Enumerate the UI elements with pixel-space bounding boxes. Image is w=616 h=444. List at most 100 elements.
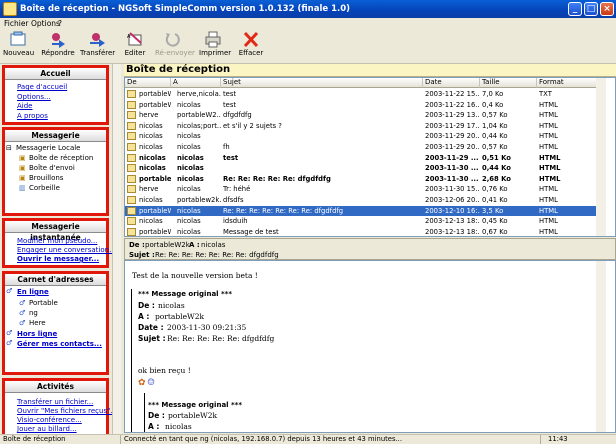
menu-help[interactable]: ? bbox=[58, 19, 62, 28]
message-row[interactable]: portable... nicolas Re: Re: Re: Re: Re: df… bbox=[125, 174, 605, 184]
cell-taille: 7,0 Ko bbox=[482, 90, 504, 98]
column-format[interactable]: Format bbox=[537, 78, 597, 88]
message-row[interactable]: nicolas nicolas;port... et s'il y 2 sujets… bbox=[125, 121, 605, 131]
envelope-icon bbox=[127, 111, 136, 120]
message-row[interactable]: portableW... nicolas Re: Re: Re: Re: Re: R… bbox=[125, 205, 605, 216]
column-date[interactable]: Date bbox=[423, 78, 480, 88]
left-panel-scrollbar[interactable] bbox=[112, 64, 121, 434]
received-files-link[interactable]: Ouvrir "Mes fichiers reçus"... bbox=[17, 407, 117, 415]
transfer-file-link[interactable]: Transférer un fichier... bbox=[17, 398, 93, 406]
envelope-icon bbox=[127, 90, 136, 98]
contact-icon: ♂ bbox=[19, 309, 26, 317]
page-accueil-link[interactable]: Page d'accueil bbox=[17, 83, 67, 91]
message-row[interactable]: portableW2... nicolas Message de test 2003-… bbox=[125, 227, 605, 236]
preview-header: De : portableW2k A : nicolas Sujet : Re:… bbox=[124, 238, 616, 260]
column-a[interactable]: A bbox=[171, 78, 221, 88]
cell-de: herve bbox=[139, 111, 159, 120]
cell-date: 2003-11-29 ... bbox=[425, 153, 479, 162]
accueil-box: Accueil Page d'accueil Options... Aide A… bbox=[2, 65, 109, 125]
reply-icon bbox=[52, 33, 65, 48]
preview-de-label: De : bbox=[129, 241, 145, 249]
options-link[interactable]: Options... bbox=[17, 93, 51, 101]
message-body-scrollbar[interactable] bbox=[596, 261, 606, 432]
contact-here[interactable]: Here bbox=[29, 319, 46, 327]
aide-link[interactable]: Aide bbox=[17, 102, 32, 110]
cell-date: 2003-11-29 13... bbox=[425, 111, 480, 120]
cell-date: 2003-11-30 ... bbox=[425, 164, 479, 173]
emoticon-icon: ✿ bbox=[138, 378, 146, 388]
manage-contacts-icon: ♂ bbox=[6, 339, 13, 347]
folder-trash[interactable]: Corbeille bbox=[29, 184, 60, 192]
effacer-button[interactable]: Effacer bbox=[237, 31, 265, 62]
cell-sujet: fh bbox=[223, 143, 230, 151]
message-row[interactable]: nicolas portablew2k... dfsdfs 2003-12-06 20… bbox=[125, 195, 605, 205]
cell-date: 2003-11-30 15... bbox=[425, 185, 480, 194]
envelope-icon bbox=[127, 217, 136, 226]
envelope-icon bbox=[127, 206, 136, 215]
cell-a: nicolas bbox=[177, 132, 201, 141]
local-mailbox-node[interactable]: Messagerie Locale bbox=[16, 144, 80, 152]
cell-taille: 3,5 Ko bbox=[482, 206, 504, 215]
contact-portable[interactable]: Portable bbox=[29, 299, 58, 307]
editer-button[interactable]: A Editer bbox=[124, 31, 146, 62]
message-row[interactable]: herve portableW2... dfgdfdfg 2003-11-29 13.… bbox=[125, 110, 605, 120]
offline-group[interactable]: Hors ligne bbox=[17, 330, 57, 338]
envelope-icon bbox=[127, 196, 136, 204]
billiards-link[interactable]: Jouer au billard... bbox=[17, 425, 77, 433]
message-row[interactable]: nicolas nicolas idsduih 2003-12-13 18:... 0,… bbox=[125, 216, 605, 226]
delete-icon bbox=[243, 31, 259, 48]
video-conference-link[interactable]: Visio-conférence... bbox=[17, 416, 82, 424]
orig1-de: nicolas bbox=[158, 301, 185, 310]
cell-de: nicolas bbox=[139, 217, 163, 226]
cell-a: nicolas bbox=[177, 100, 201, 109]
close-button[interactable]: × bbox=[600, 2, 614, 16]
cell-sujet: idsduih bbox=[223, 217, 248, 226]
column-de[interactable]: De bbox=[125, 78, 171, 88]
envelope-icon bbox=[127, 121, 136, 130]
column-taille[interactable]: Taille bbox=[480, 78, 537, 88]
maximize-button[interactable]: □ bbox=[584, 2, 598, 16]
a-propos-link[interactable]: A propos bbox=[17, 112, 48, 120]
menu-options[interactable]: Options bbox=[31, 19, 60, 28]
message-row[interactable]: nicolas nicolas fh 2003-11-29 20... 0,57 Ko H… bbox=[125, 142, 605, 152]
message-list-scrollbar[interactable] bbox=[596, 78, 606, 236]
message-row[interactable]: nicolas nicolas 2003-11-30 ... 0,44 Ko HTML bbox=[125, 163, 605, 173]
orig1-a: portableW2k bbox=[155, 312, 205, 321]
start-conversation-link[interactable]: Engager une conversation... bbox=[17, 246, 116, 254]
minimize-button[interactable]: _ bbox=[568, 2, 582, 16]
message-row[interactable]: portableW2k herve,nicola...test 2003-11-22… bbox=[125, 89, 605, 99]
repondre-button[interactable]: Répondre bbox=[40, 31, 76, 62]
cell-taille: 1,04 Ko bbox=[482, 121, 508, 130]
renvoyer-button[interactable]: Ré-envoyer bbox=[155, 31, 195, 62]
cell-taille: 0,51 Ko bbox=[482, 153, 511, 162]
column-sujet[interactable]: Sujet bbox=[221, 78, 423, 88]
envelope-icon bbox=[127, 153, 136, 162]
expand-icon[interactable]: ⊟ bbox=[6, 144, 12, 152]
orig1-date: 2003-11-30 09:21:35 bbox=[167, 323, 247, 332]
folder-inbox[interactable]: Boîte de réception bbox=[29, 154, 93, 162]
body-intro: Test de la nouvelle version beta ! bbox=[132, 271, 258, 280]
activities-box: Activités Transférer un fichier... Ouvri… bbox=[2, 378, 117, 434]
transferer-button[interactable]: Transférer bbox=[80, 31, 115, 62]
imprimer-button[interactable]: Imprimer bbox=[199, 31, 231, 62]
instant-messaging-box: Messagerie instantanée Modifier mon pseu… bbox=[2, 218, 116, 268]
message-row[interactable]: nicolas nicolas test 2003-11-29 ... 0,51 Ko H… bbox=[125, 153, 605, 163]
folder-outbox[interactable]: Boîte d'envoi bbox=[29, 164, 75, 172]
cell-sujet: Message de test bbox=[223, 227, 279, 236]
modify-nickname-link[interactable]: Modifier mon pseudo... bbox=[17, 237, 97, 245]
message-row[interactable]: herve nicolas Tr: héhé 2003-11-30 15... 0,76… bbox=[125, 184, 605, 194]
contact-ng[interactable]: ng bbox=[29, 309, 38, 317]
open-messenger-link[interactable]: Ouvrir le messager... bbox=[17, 255, 99, 263]
message-row[interactable]: portableW2k nicolas test 2003-11-22 16...0,… bbox=[125, 100, 605, 110]
left-panel: Accueil Page d'accueil Options... Aide A… bbox=[0, 64, 121, 434]
accueil-header: Accueil bbox=[5, 68, 106, 80]
orig1-sujet-label: Sujet : bbox=[138, 334, 166, 343]
online-group[interactable]: En ligne bbox=[17, 288, 49, 296]
message-row[interactable]: nicolas nicolas 2003-11-29 20... 0,44 Ko HTM… bbox=[125, 131, 605, 141]
address-book-header: Carnet d'adresses bbox=[5, 274, 106, 286]
manage-contacts-link[interactable]: Gérer mes contacts... bbox=[17, 340, 102, 348]
folder-drafts[interactable]: Brouillons bbox=[29, 174, 63, 182]
cell-a: nicolas bbox=[177, 206, 201, 215]
menu-fichier[interactable]: Fichier bbox=[4, 19, 29, 28]
nouveau-button[interactable]: Nouveau bbox=[3, 31, 34, 62]
